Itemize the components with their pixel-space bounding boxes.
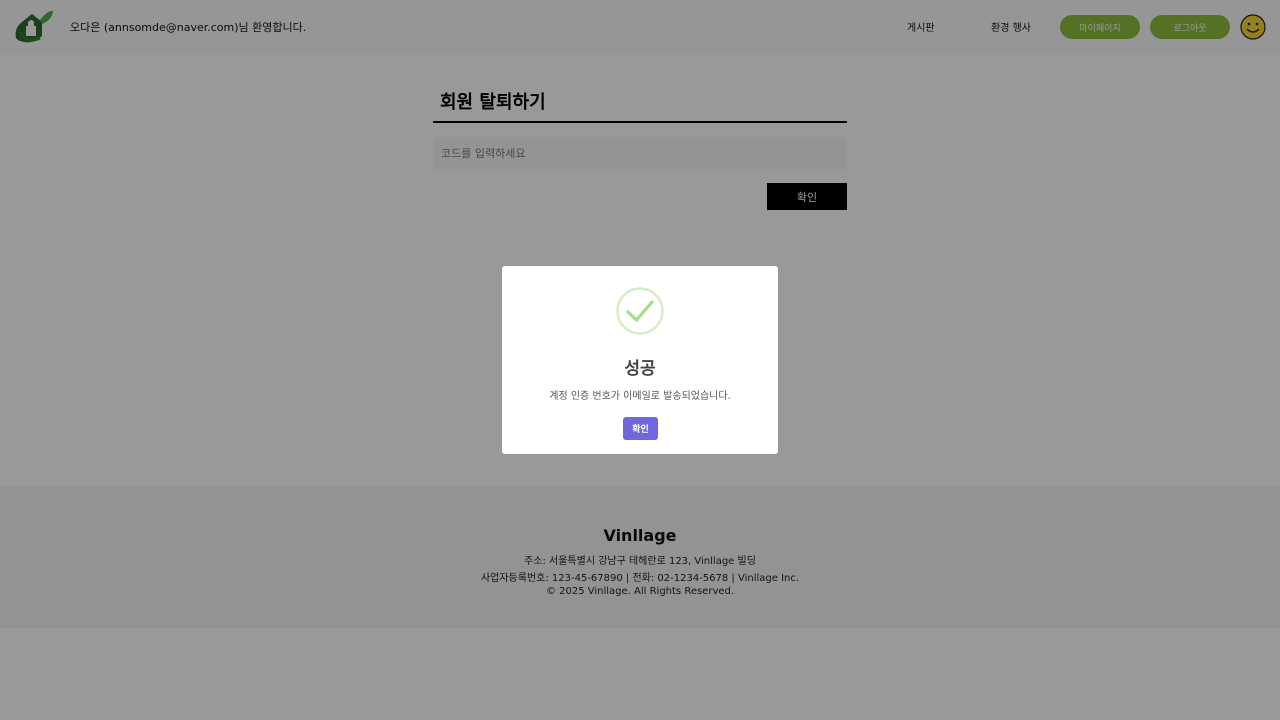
success-dialog: 성공 계정 인증 번호가 이메일로 발송되었습니다. 확인 — [502, 266, 778, 454]
dialog-title: 성공 — [624, 359, 656, 379]
dialog-confirm-button[interactable]: 확인 — [623, 417, 658, 440]
success-check-icon — [616, 287, 664, 335]
dialog-message: 계정 인증 번호가 이메일로 발송되었습니다. — [549, 391, 731, 402]
